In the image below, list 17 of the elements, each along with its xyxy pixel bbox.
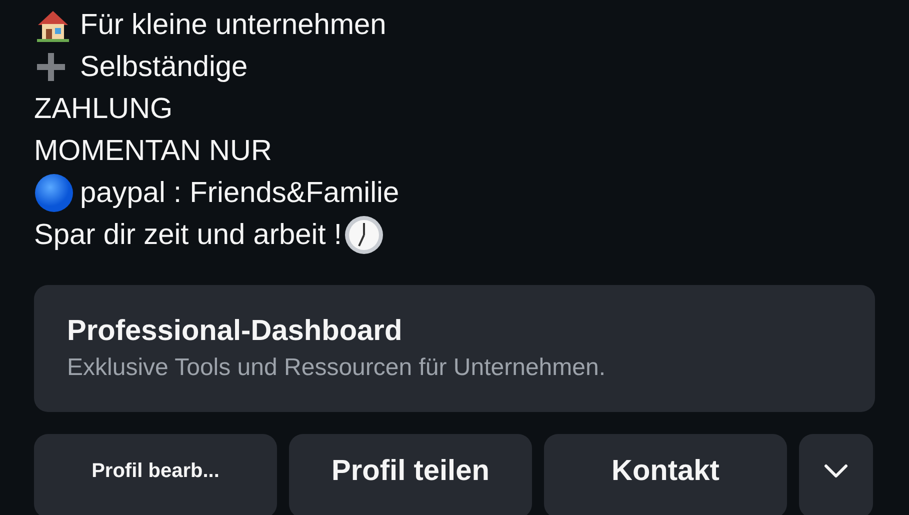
profile-action-button[interactable]: Profil teilen: [289, 434, 532, 515]
dashboard-card[interactable]: Professional-Dashboard Exklusive Tools und Ressourcen für Unternehmen.: [34, 285, 875, 412]
bio-text: Selbständige: [80, 50, 248, 84]
bio-text: paypal : Friends&Familie: [80, 176, 400, 210]
edit-profile-button[interactable]: Profil bearb...: [34, 434, 277, 515]
bio-text: Für kleine unternehmen: [80, 8, 386, 42]
profile-action-button[interactable]: Kontakt: [544, 434, 787, 515]
circle-icon: [34, 173, 74, 213]
plus-icon: [34, 50, 68, 84]
bio-text: Spar dir zeit und arbeit !: [34, 218, 342, 252]
chevron-down-icon: [824, 464, 848, 478]
more-button[interactable]: [799, 434, 873, 515]
clock-icon: [344, 215, 384, 255]
dashboard-title: Professional-Dashboard: [67, 315, 404, 348]
dashboard-subtitle: Exklusive Tools und Ressourcen für Unternehmen.: [67, 354, 606, 382]
bio-text: ZAHLUNG: [34, 92, 173, 126]
bio-text: MOMENTAN NUR: [34, 134, 272, 168]
